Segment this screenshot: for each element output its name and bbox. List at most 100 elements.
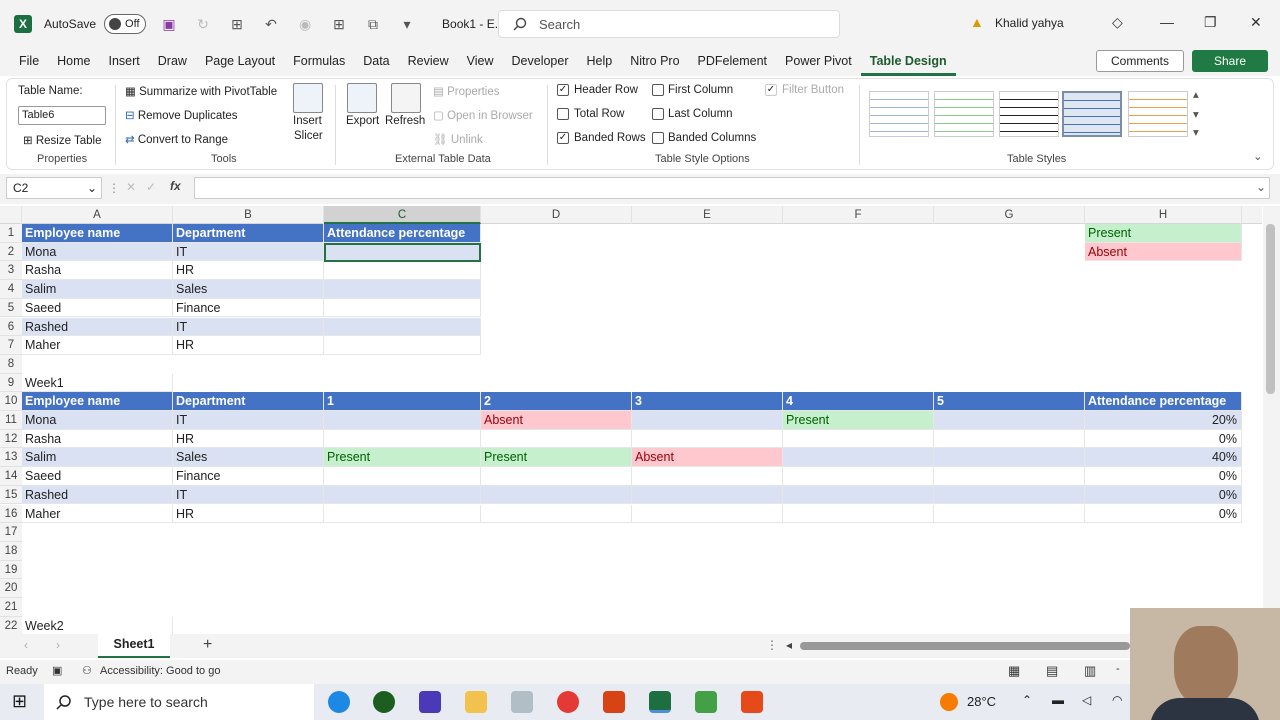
table2-cell[interactable]: Sales <box>173 448 324 468</box>
menu-formulas[interactable]: Formulas <box>284 48 354 76</box>
formula-input[interactable] <box>194 177 1270 199</box>
column-header-b[interactable]: B <box>173 206 324 224</box>
table1-cell[interactable] <box>324 280 481 299</box>
select-all-corner[interactable] <box>0 206 22 224</box>
total-row-checkbox[interactable] <box>557 108 569 120</box>
insert-slicer-label-1[interactable]: Insert <box>293 115 322 127</box>
expand-formula-icon[interactable]: ⌄ <box>1256 180 1266 194</box>
table2-cell[interactable]: Salim <box>22 448 173 468</box>
table-style-blue-medium[interactable] <box>1062 91 1122 137</box>
table2-cell[interactable] <box>632 467 783 486</box>
page-layout-view-icon[interactable]: ▤ <box>1046 663 1058 679</box>
form-icon[interactable]: ⊞ <box>226 13 248 35</box>
present-icon[interactable]: ⧉ <box>362 13 384 35</box>
row-header-10[interactable]: 10 <box>0 392 22 411</box>
menu-review[interactable]: Review <box>399 48 458 76</box>
table-style-green-light[interactable] <box>934 91 994 137</box>
page-break-view-icon[interactable]: ▥ <box>1084 663 1096 679</box>
open-in-browser-button[interactable]: ▢ Open in Browser <box>433 108 533 122</box>
column-header-h[interactable]: H <box>1085 206 1242 224</box>
table-style-black[interactable] <box>999 91 1059 137</box>
menu-pdfelement[interactable]: PDFelement <box>689 48 776 76</box>
table2-header-cell[interactable]: 5 <box>934 392 1085 411</box>
tray-expand-icon[interactable]: ⌃ <box>1022 693 1032 707</box>
column-header-d[interactable]: D <box>481 206 632 224</box>
row-header-20[interactable]: 20 <box>0 579 22 598</box>
table1-header-cell[interactable]: Employee name <box>22 224 173 243</box>
table1-cell[interactable]: Salim <box>22 280 173 299</box>
table1-cell[interactable] <box>324 336 481 355</box>
customize-qat-icon[interactable]: ▾ <box>396 13 418 35</box>
table1-header-cell[interactable]: Attendance percentage <box>324 224 481 243</box>
table2-header-cell[interactable]: 4 <box>783 392 934 411</box>
styles-scroll-down-icon[interactable]: ▾ <box>1193 107 1199 121</box>
table2-cell[interactable] <box>632 429 783 449</box>
table2-cell[interactable] <box>481 504 632 524</box>
temperature[interactable]: 28°C <box>967 694 996 709</box>
close-icon[interactable]: ✕ <box>1250 14 1262 31</box>
table1-cell[interactable]: Sales <box>173 280 324 299</box>
column-header-a[interactable]: A <box>22 206 173 224</box>
onenote-icon[interactable] <box>419 691 441 713</box>
menu-help[interactable]: Help <box>578 48 622 76</box>
menu-data[interactable]: Data <box>354 48 398 76</box>
table2-cell[interactable]: Present <box>783 411 934 430</box>
name-box[interactable]: C2 ⌄ <box>6 177 102 199</box>
refresh-button[interactable]: Refresh <box>385 115 425 127</box>
camtasia-green-icon[interactable] <box>695 691 717 713</box>
menu-page-layout[interactable]: Page Layout <box>196 48 284 76</box>
table1-cell[interactable]: Maher <box>22 336 173 355</box>
diamond-icon[interactable]: ◇ <box>1112 14 1123 31</box>
network-tray-icon[interactable]: ▬ <box>1052 693 1064 707</box>
table2-header-cell[interactable]: 3 <box>632 392 783 411</box>
row-header-18[interactable]: 18 <box>0 541 22 561</box>
filter-button-checkbox[interactable] <box>765 84 777 96</box>
maximize-icon[interactable]: ❐ <box>1204 14 1217 31</box>
accessibility-status[interactable]: Accessibility: Good to go <box>100 665 220 677</box>
insert-slicer-icon[interactable] <box>293 83 323 113</box>
header-row-checkbox[interactable] <box>557 84 569 96</box>
row-header-16[interactable]: 16 <box>0 504 22 524</box>
row-header-14[interactable]: 14 <box>0 467 22 486</box>
table2-cell[interactable]: 0% <box>1085 467 1242 486</box>
table2-cell[interactable]: 0% <box>1085 429 1242 449</box>
row-header-17[interactable]: 17 <box>0 523 22 542</box>
last-column-checkbox[interactable] <box>652 108 664 120</box>
column-header-c[interactable]: C <box>324 206 481 224</box>
row-header-21[interactable]: 21 <box>0 598 22 617</box>
excel-taskbar-icon[interactable] <box>649 691 671 713</box>
menu-nitro-pro[interactable]: Nitro Pro <box>621 48 688 76</box>
borders-icon[interactable]: ⊞ <box>328 13 350 35</box>
table2-cell[interactable] <box>632 485 783 505</box>
table2-cell[interactable] <box>934 448 1085 468</box>
table2-cell[interactable] <box>934 467 1085 486</box>
row-header-5[interactable]: 5 <box>0 298 22 318</box>
summarize-pivot-button[interactable]: ▦ Summarize with PivotTable <box>125 84 277 98</box>
table1-cell[interactable]: IT <box>173 242 324 262</box>
table2-cell[interactable] <box>324 485 481 505</box>
table2-cell[interactable]: 20% <box>1085 411 1242 430</box>
table2-cell[interactable]: Present <box>324 448 481 468</box>
vertical-scroll-thumb[interactable] <box>1266 224 1275 394</box>
table2-cell[interactable]: Rasha <box>22 429 173 449</box>
file-explorer-icon[interactable] <box>465 691 487 713</box>
menu-table-design[interactable]: Table Design <box>860 48 956 76</box>
table2-cell[interactable]: Mona <box>22 411 173 430</box>
sheet-options-icon[interactable]: ⋮ <box>766 638 778 652</box>
menu-draw[interactable]: Draw <box>149 48 196 76</box>
legend-absent-cell[interactable]: Absent <box>1085 242 1242 262</box>
upwork-icon[interactable] <box>373 691 395 713</box>
user-name[interactable]: Khalid yahya <box>995 16 1064 30</box>
table2-cell[interactable] <box>934 429 1085 449</box>
insert-function-icon[interactable]: fx <box>170 179 181 193</box>
wifi-icon[interactable]: ◠ <box>1112 693 1122 707</box>
vertical-scrollbar[interactable] <box>1263 206 1280 634</box>
row-header-4[interactable]: 4 <box>0 280 22 299</box>
table2-cell[interactable] <box>783 485 934 505</box>
banded-rows-checkbox[interactable] <box>557 132 569 144</box>
minimize-icon[interactable]: — <box>1160 14 1174 30</box>
taskbar-search[interactable]: Type here to search <box>44 684 314 720</box>
table1-cell[interactable] <box>324 298 481 318</box>
table2-cell[interactable]: Rashed <box>22 485 173 505</box>
menu-power-pivot[interactable]: Power Pivot <box>776 48 861 76</box>
